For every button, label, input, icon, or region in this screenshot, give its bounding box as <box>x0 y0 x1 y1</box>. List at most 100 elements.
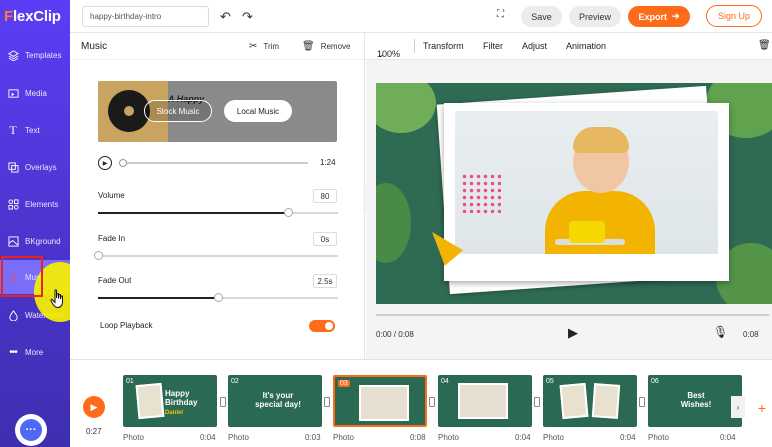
local-music-button[interactable]: Local Music <box>224 100 292 122</box>
clip-title: Happy Birthday Daniel <box>165 389 217 418</box>
trim-button[interactable]: ✂ Trim <box>249 41 279 52</box>
transition-handle[interactable] <box>220 397 226 407</box>
preview-button[interactable]: Preview <box>569 6 621 27</box>
remove-label: Remove <box>320 42 351 51</box>
app-logo[interactable]: FlexClip <box>4 8 61 25</box>
toolbar-divider <box>414 39 415 53</box>
logo-text: lexClip <box>12 8 61 25</box>
text-icon: T <box>9 122 17 137</box>
chevron-down-icon: ⌄ <box>377 49 385 59</box>
timeline-scroll-right[interactable]: › <box>731 396 745 418</box>
timeline-play-button[interactable]: ▶ <box>83 396 105 418</box>
clip-label: Photo <box>123 433 144 442</box>
scissors-icon: ✂ <box>249 41 258 52</box>
photo-cake <box>569 221 605 243</box>
volume-value-input[interactable]: 80 <box>313 189 337 203</box>
preview-area: 100% ⌄ Transform Filter Adjust Animation… <box>366 33 772 359</box>
volume-slider-knob[interactable] <box>284 208 293 217</box>
sidebar-item-media[interactable]: Media <box>0 76 70 110</box>
chat-icon: ··· <box>20 419 42 441</box>
photo-subject <box>573 127 629 153</box>
clip-thumbnail <box>135 382 165 420</box>
add-clip-button[interactable]: + <box>754 400 770 416</box>
sidebar-item-more[interactable]: ••• More <box>0 335 70 369</box>
adjust-button[interactable]: Adjust <box>522 41 547 51</box>
sidebar-item-templates[interactable]: Templates <box>0 38 70 72</box>
sign-up-button[interactable]: Sign Up <box>706 5 762 27</box>
sidebar-item-bkground[interactable]: BKground <box>0 224 70 258</box>
end-time: 0:08 <box>743 330 759 339</box>
fade-out-slider[interactable] <box>98 293 338 302</box>
fade-out-slider-knob[interactable] <box>214 293 223 302</box>
volume-slider[interactable] <box>98 208 338 217</box>
stock-music-button[interactable]: Stock Music <box>144 100 212 122</box>
timeline-clip[interactable]: 01 Happy Birthday Daniel <box>123 375 217 427</box>
clip-title: Best Wishes! <box>680 391 712 409</box>
clip-duration: 0:04 <box>200 433 216 442</box>
confetti-decoration <box>461 173 501 213</box>
delete-icon[interactable]: 🗑 <box>758 40 771 51</box>
music-progress-knob[interactable] <box>119 159 127 167</box>
trim-label: Trim <box>263 42 280 51</box>
clip-number: 06 <box>651 378 659 385</box>
sidebar-item-label: More <box>25 347 44 357</box>
active-item-outline <box>1 256 43 297</box>
chevron-right-icon: › <box>736 402 740 412</box>
fullscreen-icon[interactable]: ⛶ <box>497 9 504 20</box>
filter-button[interactable]: Filter <box>483 41 503 51</box>
music-progress-track[interactable] <box>122 162 308 164</box>
fade-out-label: Fade Out <box>98 276 132 285</box>
clip-label: Photo <box>228 433 249 442</box>
fade-in-value-input[interactable]: 0s <box>313 232 337 246</box>
timeline-clip[interactable]: 05 <box>543 375 637 427</box>
clip-thumbnail <box>559 382 589 420</box>
sidebar-item-label: Elements <box>25 199 59 209</box>
clip-duration: 0:03 <box>305 433 321 442</box>
clip-title-text: Happy Birthday <box>165 389 198 407</box>
clip-duration: 0:08 <box>410 433 426 442</box>
media-icon <box>7 87 19 99</box>
sidebar-item-label: Text <box>25 125 40 135</box>
clip-thumbnail <box>591 383 621 419</box>
play-music-button[interactable]: ▶ <box>98 156 112 170</box>
chat-support-button[interactable]: ··· <box>15 414 47 446</box>
volume-label: Volume <box>98 191 125 200</box>
redo-icon[interactable]: ↷ <box>242 9 253 25</box>
save-button[interactable]: Save <box>521 6 562 27</box>
transition-handle[interactable] <box>429 397 435 407</box>
sidebar-item-label: Media <box>25 88 47 98</box>
animation-button[interactable]: Animation <box>566 41 606 51</box>
sidebar-item-overlays[interactable]: Overlays <box>0 150 70 184</box>
undo-icon[interactable]: ↶ <box>220 9 231 25</box>
timeline-clip-selected[interactable]: 03 <box>333 375 427 427</box>
timeline-clip[interactable]: 02 It's your special day! <box>228 375 322 427</box>
sidebar-item-text[interactable]: T Text <box>0 113 70 147</box>
transition-handle[interactable] <box>639 397 645 407</box>
microphone-icon[interactable]: 🎙 <box>713 325 728 339</box>
export-button[interactable]: Export ➔ <box>628 6 690 27</box>
fade-in-slider[interactable] <box>94 251 338 260</box>
fade-out-value-input[interactable]: 2.5s <box>313 274 337 288</box>
transition-handle[interactable] <box>324 397 330 407</box>
clip-thumbnail <box>458 383 508 419</box>
fade-in-slider-knob[interactable] <box>94 251 103 260</box>
fade-in-label: Fade In <box>98 234 126 243</box>
clip-label: Photo <box>438 433 459 442</box>
top-bar: happy-birthday-intro ↶ ↷ ⛶ Save Preview … <box>70 0 772 33</box>
loop-playback-toggle[interactable] <box>309 320 335 332</box>
transform-button[interactable]: Transform <box>423 41 464 51</box>
templates-icon <box>7 49 19 61</box>
clip-duration: 0:04 <box>620 433 636 442</box>
project-name-input[interactable]: happy-birthday-intro <box>82 6 209 27</box>
remove-button[interactable]: 🗑 Remove <box>302 41 351 52</box>
background-icon <box>7 235 19 247</box>
video-canvas[interactable] <box>376 83 772 304</box>
sidebar-item-elements[interactable]: Elements <box>0 187 70 221</box>
loop-playback-label: Loop Playback <box>100 321 153 330</box>
play-icon[interactable]: ▶ <box>568 325 578 341</box>
player-progress-bar[interactable] <box>376 314 769 316</box>
timeline-clip[interactable]: 04 <box>438 375 532 427</box>
timeline-clip[interactable]: 06 Best Wishes! <box>648 375 742 427</box>
transition-handle[interactable] <box>534 397 540 407</box>
clip-number: 02 <box>231 378 239 385</box>
